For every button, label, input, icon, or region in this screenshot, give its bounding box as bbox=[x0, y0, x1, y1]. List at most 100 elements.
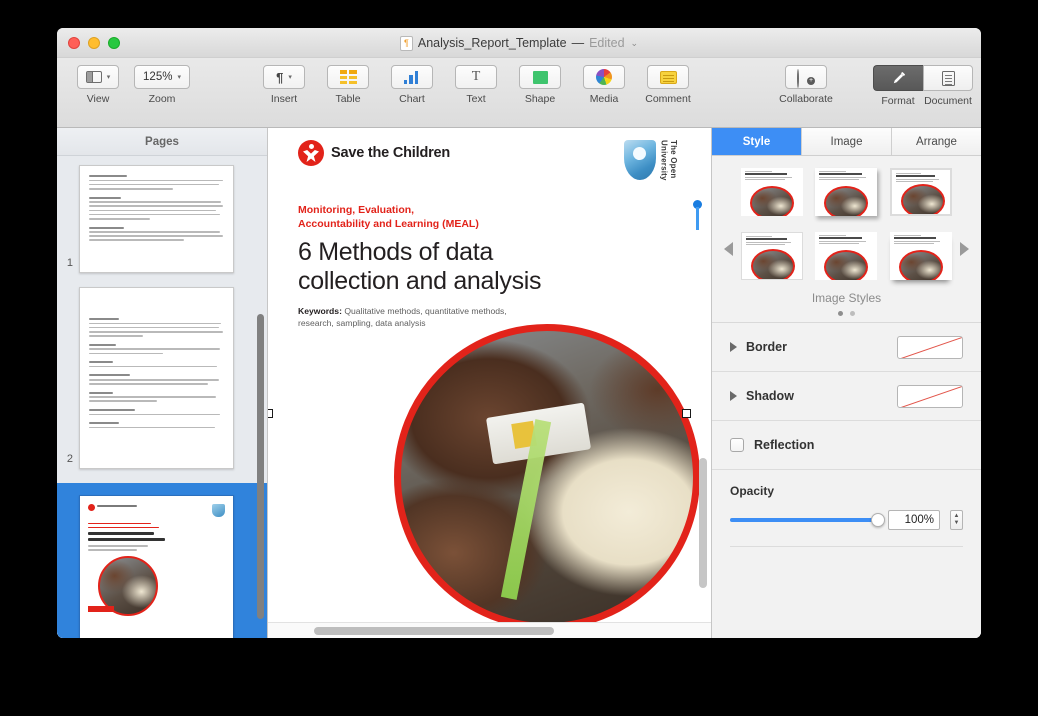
view-label: View bbox=[87, 93, 110, 105]
page-thumbnail-preview[interactable] bbox=[79, 165, 234, 273]
open-university-wordmark: The OpenUniversity bbox=[659, 140, 678, 181]
page-thumbnail-3[interactable]: 3 bbox=[57, 483, 267, 638]
selection-handle-left[interactable] bbox=[268, 409, 273, 418]
page-dot-1[interactable] bbox=[838, 311, 843, 316]
window-title: ¶ Analysis_Report_Template — Edited ⌄ bbox=[57, 28, 981, 58]
document-page[interactable]: Save the Children The OpenUniversity Mon… bbox=[276, 128, 700, 638]
comment-label: Comment bbox=[645, 93, 691, 105]
page-thumbnail-preview[interactable] bbox=[79, 287, 234, 469]
insert-control[interactable]: ¶ ▾ Insert bbox=[257, 65, 311, 105]
sidebar-scroll-region[interactable]: 1 bbox=[57, 156, 267, 638]
shadow-row[interactable]: Shadow bbox=[712, 372, 981, 421]
image-style-swatch-4[interactable] bbox=[738, 230, 806, 282]
pages-window: ¶ Analysis_Report_Template — Edited ⌄ ▾ … bbox=[57, 28, 981, 638]
reflection-row[interactable]: Reflection bbox=[712, 421, 981, 470]
reflection-checkbox[interactable] bbox=[730, 438, 744, 452]
chevron-down-icon[interactable]: ⌄ bbox=[631, 38, 639, 49]
keywords-line-1: Qualitative methods, quantitative method… bbox=[344, 306, 506, 316]
view-control[interactable]: ▾ View bbox=[71, 65, 125, 105]
muac-measurement-photo[interactable] bbox=[394, 324, 700, 630]
document-heading[interactable]: 6 Methods of data collection and analysi… bbox=[298, 238, 678, 295]
save-the-children-mark-icon bbox=[298, 140, 324, 166]
opacity-stepper[interactable]: ▲▼ bbox=[950, 510, 963, 530]
paragraph-pilcrow-icon: ¶ bbox=[276, 70, 283, 85]
image-style-swatch-2[interactable] bbox=[812, 166, 880, 218]
image-style-swatch-3[interactable] bbox=[887, 166, 955, 218]
comment-note-icon bbox=[660, 71, 677, 84]
table-label: Table bbox=[335, 93, 360, 105]
image-styles-page-dots bbox=[712, 311, 981, 316]
insert-button[interactable]: ¶ ▾ bbox=[263, 65, 305, 89]
table-button[interactable] bbox=[327, 65, 369, 89]
page-thumbnail-2[interactable]: 2 bbox=[57, 273, 267, 469]
page-number-2: 2 bbox=[57, 453, 79, 469]
text-button[interactable]: T bbox=[455, 65, 497, 89]
styles-prev-arrow-icon[interactable] bbox=[724, 242, 733, 256]
disclosure-triangle-icon[interactable] bbox=[730, 391, 737, 401]
disclosure-triangle-icon[interactable] bbox=[730, 342, 737, 352]
format-label: Format bbox=[873, 95, 923, 107]
comment-control[interactable]: Comment bbox=[641, 65, 695, 105]
document-title[interactable]: Analysis_Report_Template bbox=[418, 36, 567, 50]
document-tab-button[interactable] bbox=[923, 65, 973, 91]
inspector-tabs: Style Image Arrange bbox=[712, 128, 981, 156]
page-thumbnail-preview[interactable] bbox=[79, 495, 234, 638]
shape-button[interactable] bbox=[519, 65, 561, 89]
window-titlebar: ¶ Analysis_Report_Template — Edited ⌄ bbox=[57, 28, 981, 58]
collaborate-button[interactable]: + bbox=[785, 65, 827, 89]
styles-next-arrow-icon[interactable] bbox=[960, 242, 969, 256]
meal-subtitle: Monitoring, Evaluation, Accountability a… bbox=[298, 203, 678, 232]
media-button[interactable] bbox=[583, 65, 625, 89]
collaborate-label: Collaborate bbox=[779, 93, 833, 105]
selection-handle-right[interactable] bbox=[682, 409, 691, 418]
chart-button[interactable] bbox=[391, 65, 433, 89]
chart-control[interactable]: Chart bbox=[385, 65, 439, 105]
page-dot-2[interactable] bbox=[850, 311, 855, 316]
opacity-slider[interactable] bbox=[730, 518, 878, 522]
canvas-vertical-scrollbar[interactable] bbox=[699, 458, 707, 588]
canvas-viewport[interactable]: Save the Children The OpenUniversity Mon… bbox=[268, 128, 711, 638]
zoom-control[interactable]: 125% ▾ Zoom bbox=[135, 65, 189, 105]
sidebar-scrollbar[interactable] bbox=[257, 314, 264, 619]
shadow-none-swatch[interactable] bbox=[897, 385, 963, 408]
page-thumbnail-1[interactable]: 1 bbox=[57, 156, 267, 273]
meal-line-1: Monitoring, Evaluation, bbox=[298, 204, 414, 216]
image-style-swatch-5[interactable] bbox=[812, 230, 880, 282]
image-style-swatch-1[interactable] bbox=[738, 166, 806, 218]
canvas-horizontal-scrollbar-track[interactable] bbox=[268, 622, 711, 638]
reflection-label: Reflection bbox=[754, 438, 814, 452]
image-styles-section: Image Styles bbox=[712, 156, 981, 323]
table-control[interactable]: Table bbox=[321, 65, 375, 105]
shape-control[interactable]: Shape bbox=[513, 65, 567, 105]
tab-style[interactable]: Style bbox=[712, 128, 802, 155]
collaborate-control[interactable]: + Collaborate bbox=[769, 65, 843, 105]
collaborate-group: + Collaborate bbox=[769, 65, 843, 105]
zoom-button[interactable]: 125% ▾ bbox=[134, 65, 190, 89]
border-none-swatch[interactable] bbox=[897, 336, 963, 359]
document-photo-container[interactable] bbox=[394, 324, 700, 638]
inspector-divider bbox=[730, 546, 963, 547]
border-label: Border bbox=[746, 340, 897, 354]
add-person-icon: + bbox=[797, 70, 815, 85]
zoom-value: 125% bbox=[143, 71, 172, 83]
chevron-down-icon: ▾ bbox=[177, 73, 181, 81]
canvas-horizontal-scrollbar[interactable] bbox=[314, 627, 554, 635]
shape-square-icon bbox=[533, 71, 548, 84]
opacity-value-field[interactable]: 100% bbox=[888, 510, 940, 530]
tab-image[interactable]: Image bbox=[802, 128, 892, 155]
chevron-down-icon: ▾ bbox=[107, 73, 111, 81]
inspector-segmented-control bbox=[873, 65, 973, 91]
comment-button[interactable] bbox=[647, 65, 689, 89]
text-control[interactable]: T Text bbox=[449, 65, 503, 105]
chevron-down-icon: ▾ bbox=[288, 73, 292, 81]
toolbar-center-group: ¶ ▾ Insert Table Chart bbox=[257, 65, 695, 105]
format-tab-button[interactable] bbox=[873, 65, 923, 91]
image-style-swatch-6[interactable] bbox=[887, 230, 955, 282]
view-button[interactable]: ▾ bbox=[77, 65, 119, 89]
border-row[interactable]: Border bbox=[712, 323, 981, 372]
media-control[interactable]: Media bbox=[577, 65, 631, 105]
vertical-position-marker[interactable] bbox=[693, 200, 702, 230]
opacity-slider-knob[interactable] bbox=[871, 513, 885, 527]
tab-arrange[interactable]: Arrange bbox=[892, 128, 981, 155]
pages-document-icon: ¶ bbox=[400, 36, 413, 51]
